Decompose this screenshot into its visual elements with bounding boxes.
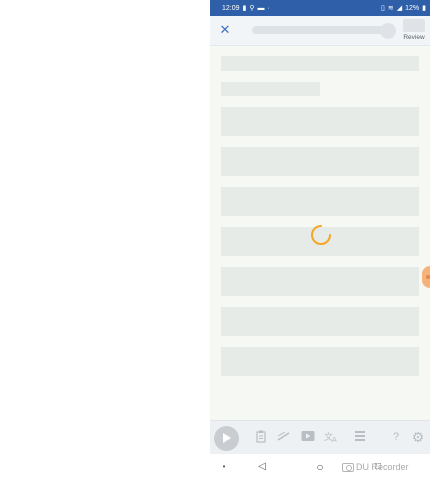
loading-content [210,46,430,420]
battery-icon: ▮ [422,4,426,12]
skeleton-row [221,347,419,376]
skeleton-row [221,267,419,296]
close-icon: ✕ [219,22,231,37]
menu-icon[interactable] [353,430,367,444]
signal-icon: ◢ [396,4,403,12]
home-icon[interactable]: ○ [313,460,327,474]
close-button[interactable]: ✕ [218,22,232,38]
status-left: 12:09 ▮ ⚲ ▬ · [222,5,381,12]
translate-icon[interactable]: 文A [324,430,338,444]
more-dots-icon: · [267,4,270,12]
settings-icon[interactable]: ⚙ [411,430,425,444]
location-icon: ⚲ [249,4,255,12]
watermark-text: DU Recorder [356,462,409,472]
screen: 12:09 ▮ ⚲ ▬ · ▯ ≋ ◢ 12% ▮ ✕ Review 文 A ?… [0,0,430,480]
status-time: 12:09 [222,4,240,12]
camera-icon [342,462,354,472]
loading-spinner-icon [311,225,331,245]
battery-saver-icon: ▮ [242,4,247,12]
bottom-toolbar: 文A ? ⚙ [210,420,430,454]
back-icon[interactable]: ◁ [255,460,269,474]
side-tab-dot-icon [426,275,430,279]
cast-icon: ▬ [257,4,265,12]
battery-percent: 12% [405,4,420,12]
play-icon [223,433,231,443]
skeleton-subtitle [221,82,320,96]
highlight-icon[interactable] [277,430,291,444]
help-icon[interactable]: ? [389,430,403,444]
progress-slider-thumb[interactable] [380,23,396,39]
network-icon: ≋ [387,4,394,12]
skeleton-title [221,56,419,71]
note-icon[interactable] [254,430,268,444]
skeleton-row [221,307,419,336]
nav-dot-icon: • [222,462,226,471]
recorder-watermark: DU Recorder [342,462,409,472]
review-button[interactable] [403,19,425,32]
side-tab-handle[interactable] [422,266,430,288]
review-label[interactable]: Review [400,34,428,41]
skeleton-row [221,147,419,176]
video-icon[interactable] [301,430,315,444]
status-bar: 12:09 ▮ ⚲ ▬ · ▯ ≋ ◢ 12% ▮ [210,0,430,16]
progress-slider[interactable] [252,26,392,34]
skeleton-row [221,187,419,216]
status-right: ▯ ≋ ◢ 12% ▮ [381,5,426,12]
svg-text:A: A [332,436,337,443]
play-button[interactable] [214,426,239,451]
vibrate-icon: ▯ [381,4,385,12]
skeleton-row [221,107,419,136]
lesson-toolbar: ✕ Review [210,16,430,46]
phone-screen: 12:09 ▮ ⚲ ▬ · ▯ ≋ ◢ 12% ▮ ✕ Review 文 A ?… [210,0,430,480]
